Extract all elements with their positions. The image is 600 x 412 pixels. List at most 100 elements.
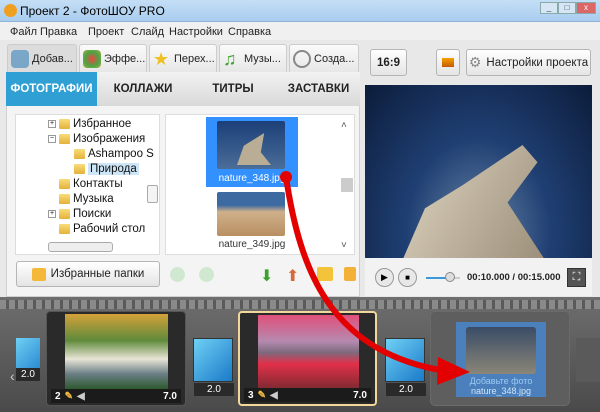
maximize-button[interactable]: □: [558, 2, 576, 14]
tab-music[interactable]: ♫ Музы...: [219, 44, 287, 73]
slide-number: 3: [248, 389, 254, 401]
tree-item-selected[interactable]: Природа: [74, 163, 139, 175]
subtab-collages[interactable]: КОЛЛАЖИ: [97, 72, 189, 106]
tree-label: Избранное: [73, 118, 132, 130]
scroll-down-icon[interactable]: ˅: [341, 240, 347, 251]
tree-item[interactable]: + Избранное: [48, 118, 131, 130]
subtab-photos[interactable]: ФОТОГРАФИИ: [6, 72, 97, 106]
aspect-ratio-button[interactable]: 16:9: [370, 49, 407, 76]
favorite-folders-button[interactable]: Избранные папки: [16, 261, 160, 287]
slide-thumbnail: [258, 315, 359, 390]
tab-add[interactable]: Добав...: [7, 44, 77, 73]
star-icon: ★: [153, 49, 170, 69]
file-list: nature_348.jpg nature_349.jpg ˄ ˅: [165, 114, 355, 255]
minimize-button[interactable]: _: [540, 2, 558, 14]
forward-icon[interactable]: [199, 267, 214, 282]
file-item[interactable]: nature_349.jpg: [206, 190, 298, 254]
transition[interactable]: 2.0: [385, 338, 426, 396]
tree-item[interactable]: Контакты: [59, 178, 123, 190]
folder-icon: [59, 134, 70, 144]
tab-label: Перех...: [174, 53, 215, 65]
sound-icon[interactable]: ◀: [270, 390, 278, 401]
tree-item[interactable]: + Поиски: [48, 208, 111, 220]
scroll-up-icon[interactable]: ˄: [341, 120, 347, 131]
folder-icon: [59, 224, 70, 234]
menu-settings[interactable]: Настройки: [169, 26, 223, 38]
tab-effects[interactable]: Эффе...: [79, 44, 147, 73]
tab-label: Созда...: [314, 53, 355, 65]
arrow-up-icon[interactable]: ⬆: [286, 266, 299, 286]
file-name: nature_349.jpg: [218, 239, 286, 250]
transition-duration: 2.0: [386, 383, 426, 396]
subtab-intros[interactable]: ЗАСТАВКИ: [277, 72, 360, 106]
expand-icon[interactable]: +: [48, 120, 56, 128]
slide-3-selected[interactable]: 3 ✎ ◀ 7.0: [238, 311, 377, 406]
drop-hint: Добавьте фото: [469, 376, 533, 386]
expand-icon[interactable]: +: [48, 210, 56, 218]
dragged-thumbnail: [466, 327, 536, 374]
fullscreen-button[interactable]: ⛶: [567, 268, 586, 287]
menu-file[interactable]: Файл: [10, 26, 37, 38]
menu-help[interactable]: Справка: [228, 26, 271, 38]
arrow-down-icon[interactable]: ⬇: [260, 266, 273, 286]
slide-number: 2: [55, 390, 61, 402]
close-button[interactable]: x: [576, 2, 596, 14]
file-item-selected[interactable]: nature_348.jpg: [206, 117, 298, 187]
slider-handle[interactable]: [445, 272, 455, 282]
slide-footer: 3 ✎ ◀ 7.0: [244, 388, 371, 402]
project-settings-button[interactable]: ⚙ Настройки проекта: [466, 49, 591, 76]
palette-icon: [83, 50, 101, 68]
button-label: Настройки проекта: [486, 56, 589, 69]
slide-footer: 2 ✎ ◀ 7.0: [51, 389, 181, 403]
next-slot: [576, 338, 600, 382]
transition-partial[interactable]: 2.0: [16, 338, 40, 381]
subtab-titles[interactable]: ТИТРЫ: [189, 72, 277, 106]
play-button[interactable]: ▶: [375, 268, 394, 287]
tree-label: Контакты: [73, 178, 123, 190]
edit-icon[interactable]: ✎: [258, 390, 266, 401]
stop-button[interactable]: ■: [398, 268, 417, 287]
camera-icon: [11, 50, 29, 68]
tree-item[interactable]: Рабочий стол: [59, 223, 145, 235]
scroll-left-icon[interactable]: ‹: [10, 368, 15, 384]
menu-project[interactable]: Проект: [88, 26, 124, 38]
tab-label: Музы...: [244, 53, 281, 65]
menu-edit[interactable]: Правка: [40, 26, 77, 38]
sound-icon[interactable]: ◀: [77, 391, 85, 402]
tab-label: Эффе...: [104, 53, 146, 65]
app-icon: [4, 4, 17, 17]
folder-tree: + Избранное − Изображения Ashampoo S Приро…: [15, 114, 160, 255]
file-scrollbar-thumb[interactable]: [341, 178, 353, 192]
window-title: Проект 2 - ФотоШОУ PRO: [20, 4, 165, 18]
gear-icon: ⚙: [468, 54, 482, 70]
tree-item[interactable]: − Изображения: [48, 133, 145, 145]
slide-thumbnail: [65, 314, 168, 389]
folder-heart-icon: [31, 267, 46, 281]
tab-create[interactable]: Созда...: [289, 44, 359, 73]
menu-slide[interactable]: Слайд: [131, 26, 164, 38]
image-icon: [442, 58, 454, 67]
folder-icon: [59, 179, 70, 189]
tree-label: Изображения: [73, 133, 146, 145]
time-display: 00:10.000 / 00:15.000: [467, 272, 561, 283]
tree-label: Рабочий стол: [73, 223, 146, 235]
transition-duration: 2.0: [194, 383, 234, 396]
file-name: nature_348.jpg: [218, 173, 286, 184]
slide-drop-target[interactable]: Добавьте фото nature_348.jpg: [430, 311, 570, 406]
tree-item[interactable]: Ashampoo S: [74, 148, 154, 160]
folder-icon[interactable]: [344, 267, 356, 281]
slide-2[interactable]: 2 ✎ ◀ 7.0: [46, 311, 186, 406]
subtabs: ФОТОГРАФИИ КОЛЛАЖИ ТИТРЫ ЗАСТАВКИ: [6, 72, 360, 106]
back-icon[interactable]: [170, 267, 185, 282]
tree-hscrollbar[interactable]: [48, 242, 113, 252]
tab-transitions[interactable]: ★ Перех...: [149, 44, 217, 73]
edit-icon[interactable]: ✎: [65, 391, 73, 402]
folder-icon: [74, 149, 85, 159]
collapse-icon[interactable]: −: [48, 135, 56, 143]
transition[interactable]: 2.0: [193, 338, 234, 396]
background-button[interactable]: [436, 49, 460, 76]
tree-item[interactable]: Музыка: [59, 193, 114, 205]
slide-duration: 7.0: [353, 389, 367, 401]
tree-vscrollbar[interactable]: [147, 185, 158, 203]
add-folder-icon[interactable]: [317, 267, 333, 281]
